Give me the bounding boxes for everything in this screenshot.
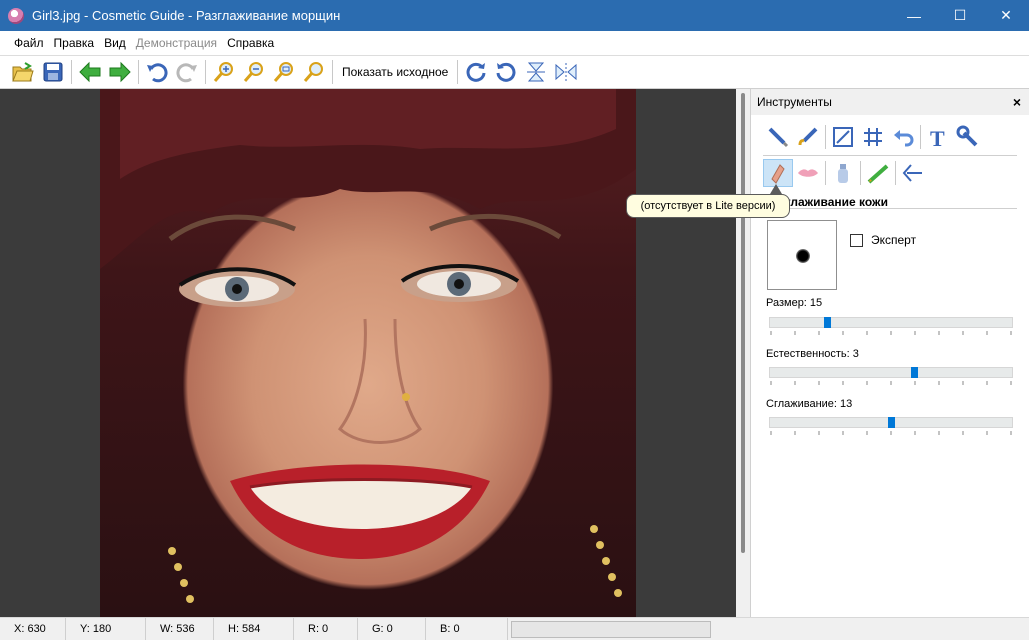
toolbar-separator [205, 60, 206, 84]
toolbar: Показать исходное [0, 56, 1029, 89]
skin-smoothing-icon[interactable] [763, 159, 793, 187]
menu-demo[interactable]: Демонстрация [136, 36, 217, 50]
undo-icon[interactable] [142, 58, 172, 86]
flip-vertical-icon[interactable] [521, 58, 551, 86]
brush-preview [767, 220, 837, 290]
brush-dot [796, 249, 810, 263]
rotate-right-icon[interactable] [461, 58, 491, 86]
brush-icon[interactable] [763, 123, 793, 151]
menu-bar: Файл Правка Вид Демонстрация Справка [0, 31, 1029, 56]
show-original-button[interactable]: Показать исходное [336, 65, 454, 79]
naturalness-label: Естественность: 3 [766, 348, 859, 360]
image-canvas[interactable] [0, 89, 736, 617]
maximize-button[interactable]: ☐ [937, 0, 983, 31]
menu-help[interactable]: Справка [227, 36, 274, 50]
tool-row-1: T [763, 123, 983, 151]
smoothing-slider[interactable] [769, 417, 1013, 435]
app-icon [8, 7, 24, 24]
zoom-actual-icon[interactable] [299, 58, 329, 86]
tool-separator [920, 125, 921, 149]
back-arrow-icon[interactable] [75, 58, 105, 86]
progress-bar [511, 621, 711, 638]
slider-ticks [770, 331, 1012, 335]
tool-separator [895, 161, 896, 185]
slider-thumb[interactable] [824, 317, 831, 328]
wrench-icon[interactable] [953, 123, 983, 151]
status-w: W: 536 [146, 617, 214, 640]
lotion-icon[interactable] [828, 159, 858, 187]
tooltip-tail [770, 184, 782, 194]
panel-close-button[interactable]: × [1013, 94, 1021, 110]
minimize-button[interactable]: — [891, 0, 937, 31]
slider-ticks [770, 381, 1012, 385]
tool-separator [825, 125, 826, 149]
photo[interactable] [100, 89, 636, 617]
toolbar-separator [457, 60, 459, 84]
zoom-in-icon[interactable] [209, 58, 239, 86]
flip-horizontal-icon[interactable] [551, 58, 581, 86]
status-y: Y: 180 [66, 617, 146, 640]
window-title: Girl3.jpg - Cosmetic Guide - Разглаживан… [32, 8, 341, 23]
status-x: X: 630 [0, 617, 66, 640]
panel-title: Инструменты [757, 95, 832, 109]
tooltip: (отсутствует в Lite версии) [626, 194, 790, 218]
portrait-image [100, 89, 636, 603]
crop-icon[interactable] [858, 123, 888, 151]
text-icon[interactable]: T [923, 123, 953, 151]
back-tool-icon[interactable] [898, 159, 928, 187]
panel-header: Инструменты × [751, 89, 1029, 115]
zoom-fit-icon[interactable] [269, 58, 299, 86]
status-h: H: 584 [214, 617, 294, 640]
toolbar-separator [138, 60, 139, 84]
expert-label: Эксперт [871, 233, 917, 247]
retouch-brush-icon[interactable] [793, 123, 823, 151]
menu-file[interactable]: Файл [14, 36, 44, 50]
toolbar-separator [332, 60, 333, 84]
smoothing-label: Сглаживание: 13 [766, 398, 853, 410]
title-bar: Girl3.jpg - Cosmetic Guide - Разглаживан… [0, 0, 1029, 31]
pencil-icon[interactable] [863, 159, 893, 187]
toolbar-separator [71, 60, 72, 84]
tool-separator [860, 161, 861, 185]
slider-thumb[interactable] [911, 367, 918, 378]
tools-panel: Инструменты × T Разглаживание кожи Экспе… [750, 89, 1029, 617]
status-b: B: 0 [426, 617, 508, 640]
size-slider[interactable] [769, 317, 1013, 335]
undo-tool-icon[interactable] [888, 123, 918, 151]
zoom-out-icon[interactable] [239, 58, 269, 86]
vertical-scrollbar[interactable] [736, 89, 750, 617]
redo-icon[interactable] [172, 58, 202, 86]
menu-view[interactable]: Вид [104, 36, 126, 50]
size-label: Размер: 15 [766, 297, 823, 309]
scrollbar-thumb[interactable] [741, 93, 745, 553]
status-r: R: 0 [294, 617, 358, 640]
lips-icon[interactable] [793, 159, 823, 187]
slider-ticks [770, 431, 1012, 435]
naturalness-slider[interactable] [769, 367, 1013, 385]
close-window-button[interactable]: ✕ [983, 0, 1029, 31]
tool-row-2 [763, 159, 928, 187]
status-g: G: 0 [358, 617, 426, 640]
open-icon[interactable] [8, 58, 38, 86]
forward-arrow-icon[interactable] [105, 58, 135, 86]
slider-thumb[interactable] [888, 417, 895, 428]
slider-track[interactable] [769, 317, 1013, 328]
expert-checkbox[interactable] [850, 233, 863, 247]
slider-track[interactable] [769, 367, 1013, 378]
resize-icon[interactable] [828, 123, 858, 151]
tool-separator [825, 161, 826, 185]
expert-checkbox-row[interactable]: Эксперт [850, 233, 916, 247]
rotate-left-icon[interactable] [491, 58, 521, 86]
status-bar: X: 630 Y: 180 W: 536 H: 584 R: 0 G: 0 B:… [0, 617, 1029, 640]
tool-divider [763, 155, 1017, 156]
menu-edit[interactable]: Правка [54, 36, 95, 50]
save-icon[interactable] [38, 58, 68, 86]
svg-text:T: T [930, 126, 945, 149]
